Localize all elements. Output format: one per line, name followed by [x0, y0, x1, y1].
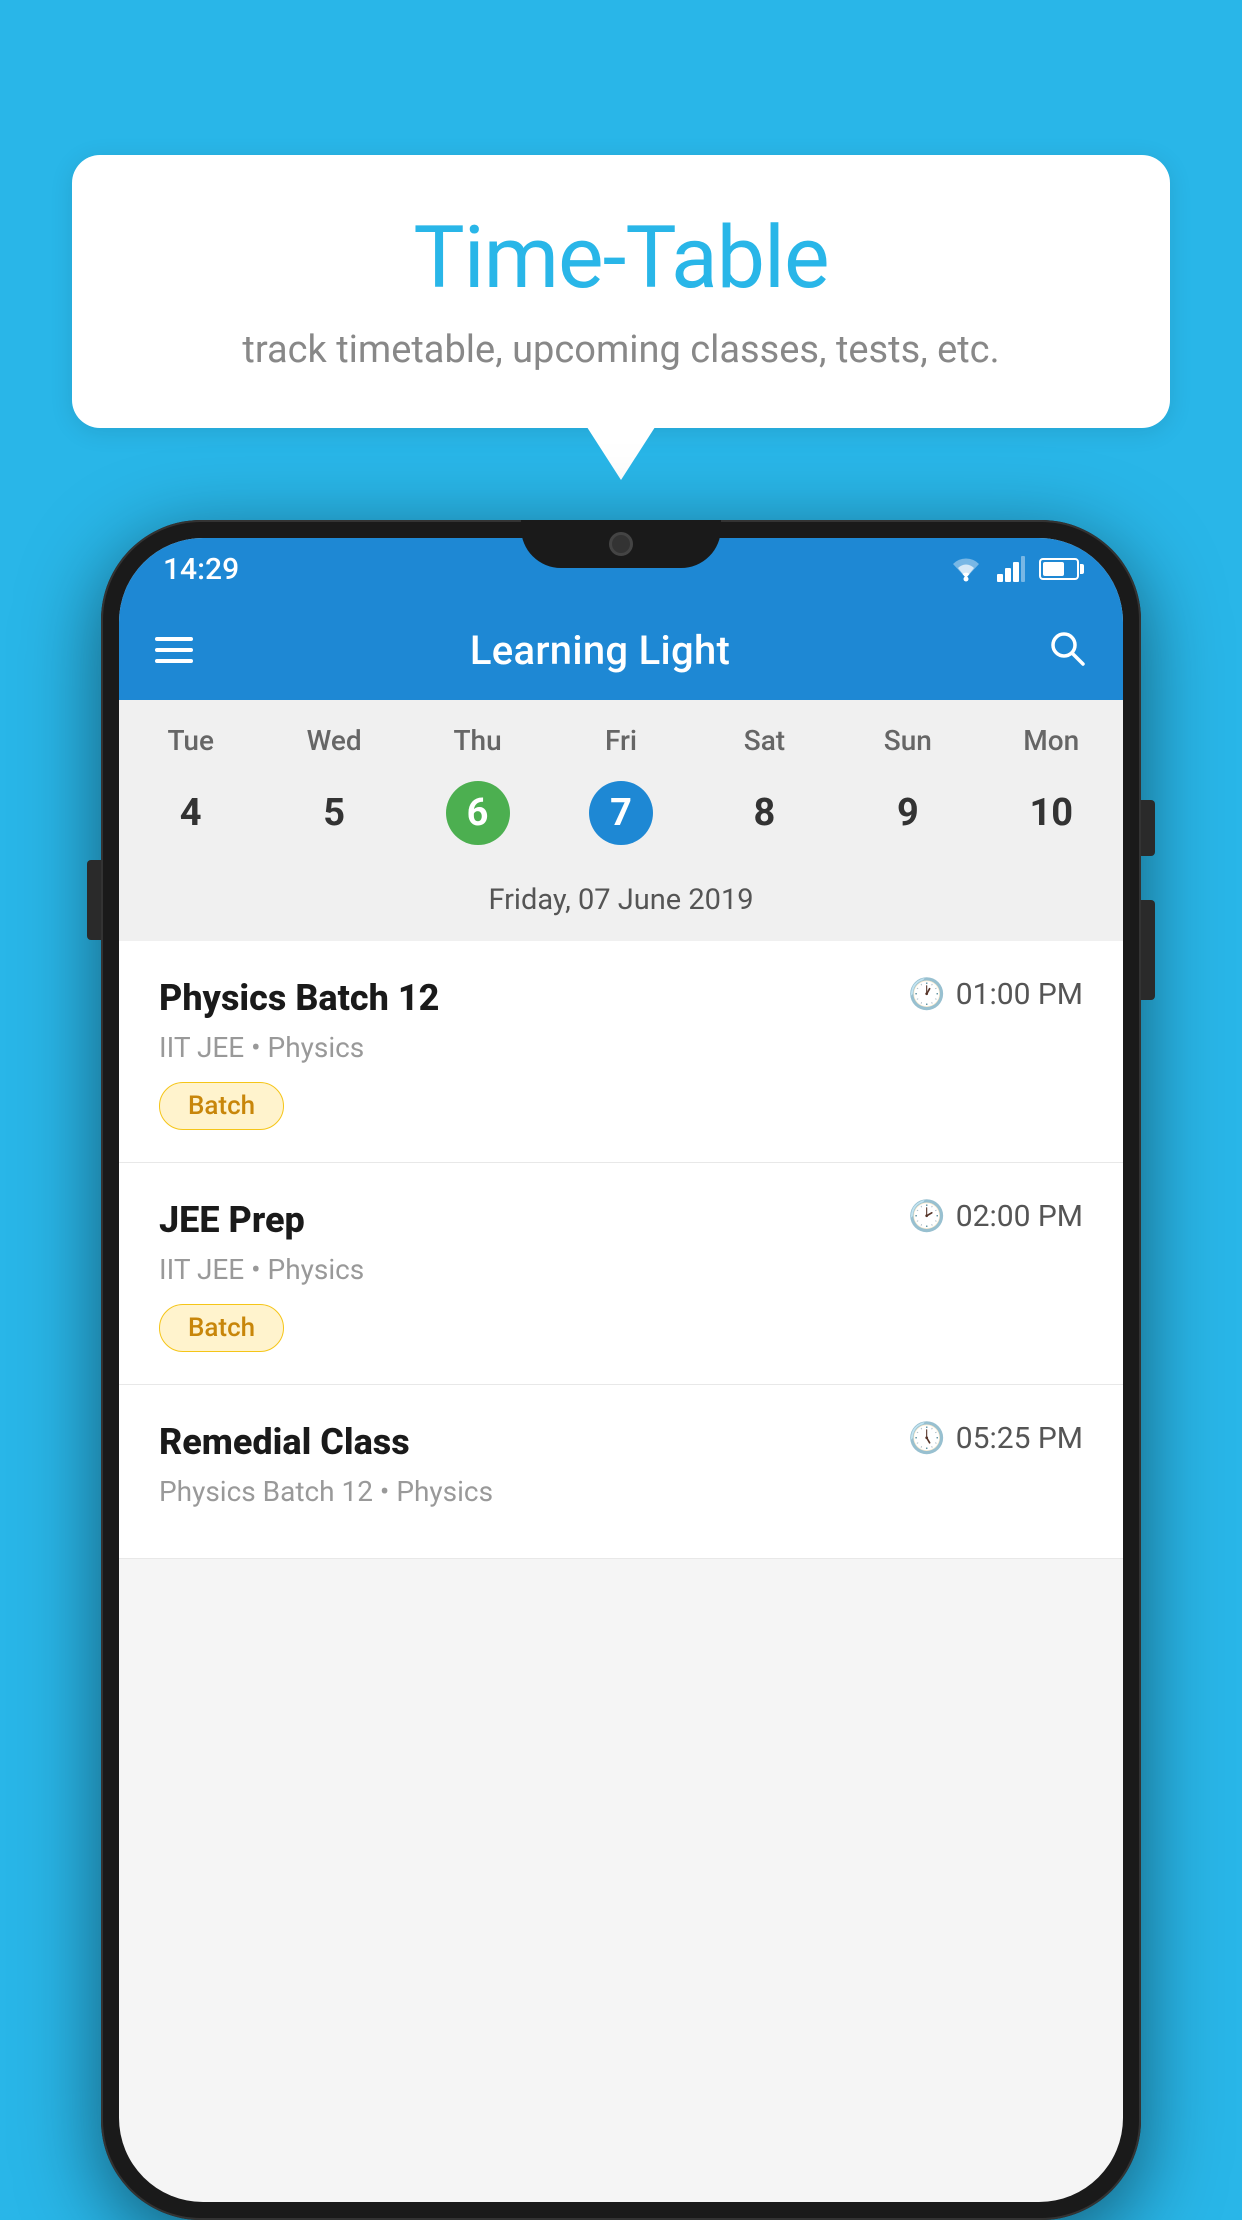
power-button — [1141, 800, 1155, 856]
day-header-wed: Wed — [262, 724, 405, 757]
schedule-item-1-header: Physics Batch 12 🕐 01:00 PM — [159, 977, 1083, 1019]
batch-tag-2: Batch — [159, 1304, 284, 1352]
schedule-item-3-header: Remedial Class 🕔 05:25 PM — [159, 1421, 1083, 1463]
wifi-icon — [949, 556, 983, 582]
status-time: 14:29 — [163, 552, 239, 587]
day-7[interactable]: 7 — [549, 769, 692, 857]
app-bar: Learning Light — [119, 600, 1123, 700]
day-header-fri: Fri — [549, 724, 692, 757]
clock-icon-2: 🕑 — [908, 1199, 945, 1234]
schedule-time-3: 🕔 05:25 PM — [908, 1421, 1083, 1456]
search-button[interactable] — [1047, 628, 1087, 672]
phone-screen: 14:29 — [119, 538, 1123, 2202]
day-9[interactable]: 9 — [836, 769, 979, 857]
schedule-title-1: Physics Batch 12 — [159, 977, 439, 1019]
schedule-detail-3: Physics Batch 12 • Physics — [159, 1475, 1083, 1508]
day-8[interactable]: 8 — [693, 769, 836, 857]
batch-tag-1: Batch — [159, 1082, 284, 1130]
front-camera — [609, 532, 633, 556]
hamburger-menu[interactable] — [155, 637, 193, 663]
schedule-item-2-header: JEE Prep 🕑 02:00 PM — [159, 1199, 1083, 1241]
schedule-item-2[interactable]: JEE Prep 🕑 02:00 PM IIT JEE • Physics Ba… — [119, 1163, 1123, 1385]
battery-icon — [1039, 558, 1079, 580]
phone-notch — [521, 520, 721, 568]
schedule-time-2: 🕑 02:00 PM — [908, 1199, 1083, 1234]
day-header-sat: Sat — [693, 724, 836, 757]
schedule-title-3: Remedial Class — [159, 1421, 410, 1463]
day-header-thu: Thu — [406, 724, 549, 757]
schedule-item-3[interactable]: Remedial Class 🕔 05:25 PM Physics Batch … — [119, 1385, 1123, 1559]
phone-outer: 14:29 — [101, 520, 1141, 2220]
day-4[interactable]: 4 — [119, 769, 262, 857]
signal-icon — [997, 556, 1025, 582]
schedule-title-2: JEE Prep — [159, 1199, 305, 1241]
day-header-sun: Sun — [836, 724, 979, 757]
volume-button — [87, 860, 101, 940]
clock-icon-1: 🕐 — [908, 977, 945, 1012]
day-numbers: 4 5 6 7 8 9 10 — [119, 769, 1123, 857]
calendar-strip: Tue Wed Thu Fri Sat Sun Mon 4 5 6 7 — [119, 700, 1123, 941]
phone-container: 14:29 — [101, 520, 1141, 2220]
app-title: Learning Light — [223, 627, 1017, 674]
clock-icon-3: 🕔 — [908, 1421, 945, 1456]
bubble-subtitle: track timetable, upcoming classes, tests… — [132, 328, 1110, 372]
day-header-mon: Mon — [980, 724, 1123, 757]
status-icons — [949, 556, 1079, 582]
day-5[interactable]: 5 — [262, 769, 405, 857]
schedule-item-1[interactable]: Physics Batch 12 🕐 01:00 PM IIT JEE • Ph… — [119, 941, 1123, 1163]
selected-date-label: Friday, 07 June 2019 — [119, 871, 1123, 941]
schedule-detail-1: IIT JEE • Physics — [159, 1031, 1083, 1064]
schedule-list: Physics Batch 12 🕐 01:00 PM IIT JEE • Ph… — [119, 941, 1123, 1559]
volume-down-button — [1141, 900, 1155, 1000]
day-6[interactable]: 6 — [406, 769, 549, 857]
schedule-time-1: 🕐 01:00 PM — [908, 977, 1083, 1012]
day-headers: Tue Wed Thu Fri Sat Sun Mon — [119, 724, 1123, 757]
day-header-tue: Tue — [119, 724, 262, 757]
bubble-title: Time-Table — [132, 207, 1110, 308]
speech-bubble: Time-Table track timetable, upcoming cla… — [72, 155, 1170, 428]
schedule-detail-2: IIT JEE • Physics — [159, 1253, 1083, 1286]
day-10[interactable]: 10 — [980, 769, 1123, 857]
